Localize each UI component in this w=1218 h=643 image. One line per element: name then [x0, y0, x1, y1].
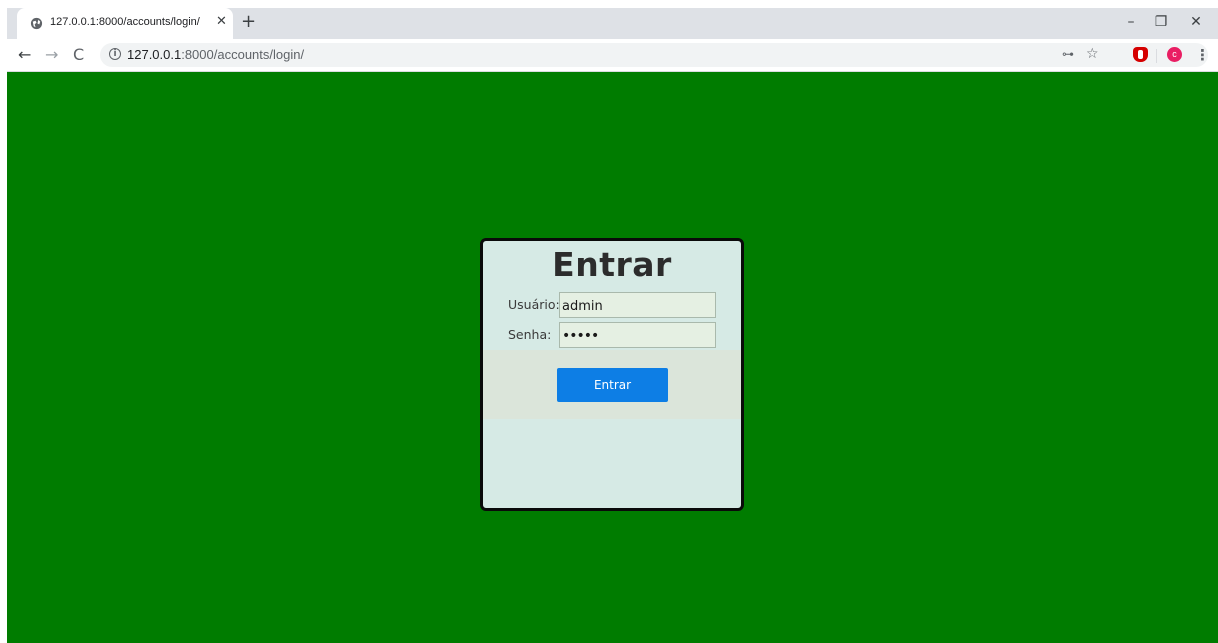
login-submit-button[interactable]: Entrar [557, 368, 668, 402]
password-input[interactable] [559, 322, 716, 348]
browser-tab[interactable]: 127.0.0.1:8000/accounts/login/ ✕ [17, 8, 233, 39]
address-bar[interactable]: i 127.0.0.1:8000/accounts/login/ ⊶ ☆ [100, 43, 1208, 67]
tab-close-icon[interactable]: ✕ [216, 14, 227, 29]
url-text[interactable]: 127.0.0.1:8000/accounts/login/ [127, 47, 304, 62]
browser-menu-icon[interactable]: ⋮ [1195, 46, 1210, 64]
minimize-icon[interactable]: – [1123, 14, 1139, 30]
tab-strip: 127.0.0.1:8000/accounts/login/ ✕ + – ❐ ✕ [7, 8, 1218, 39]
key-icon[interactable]: ⊶ [1062, 47, 1074, 61]
window-close-icon[interactable]: ✕ [1188, 14, 1204, 30]
window-edge [0, 0, 7, 643]
profile-avatar-icon[interactable]: c [1167, 47, 1182, 62]
back-arrow-icon[interactable]: ← [18, 45, 31, 65]
site-info-icon[interactable]: i [109, 48, 121, 60]
restore-icon[interactable]: ❐ [1153, 14, 1169, 30]
page-viewport: Entrar Usuário: Senha: Entrar [7, 72, 1218, 643]
reload-icon[interactable]: C [73, 45, 84, 65]
globe-icon [30, 17, 43, 30]
url-host: 127.0.0.1 [127, 47, 182, 62]
submit-panel: Entrar [483, 350, 741, 419]
forward-arrow-icon[interactable]: → [45, 45, 58, 65]
username-input[interactable] [559, 292, 716, 318]
toolbar-divider [1156, 49, 1157, 63]
username-label: Usuário: [508, 297, 560, 312]
tab-title: 127.0.0.1:8000/accounts/login/ [50, 16, 200, 28]
ublock-extension-icon[interactable] [1133, 47, 1148, 62]
login-title: Entrar [552, 245, 672, 284]
url-path: :8000/accounts/login/ [181, 47, 305, 62]
new-tab-icon[interactable]: + [241, 12, 256, 32]
login-form: Entrar Usuário: Senha: Entrar [480, 238, 744, 511]
browser-toolbar: ← → C i 127.0.0.1:8000/accounts/login/ ⊶… [7, 39, 1218, 72]
bookmark-star-icon[interactable]: ☆ [1086, 46, 1099, 62]
password-label: Senha: [508, 327, 552, 342]
